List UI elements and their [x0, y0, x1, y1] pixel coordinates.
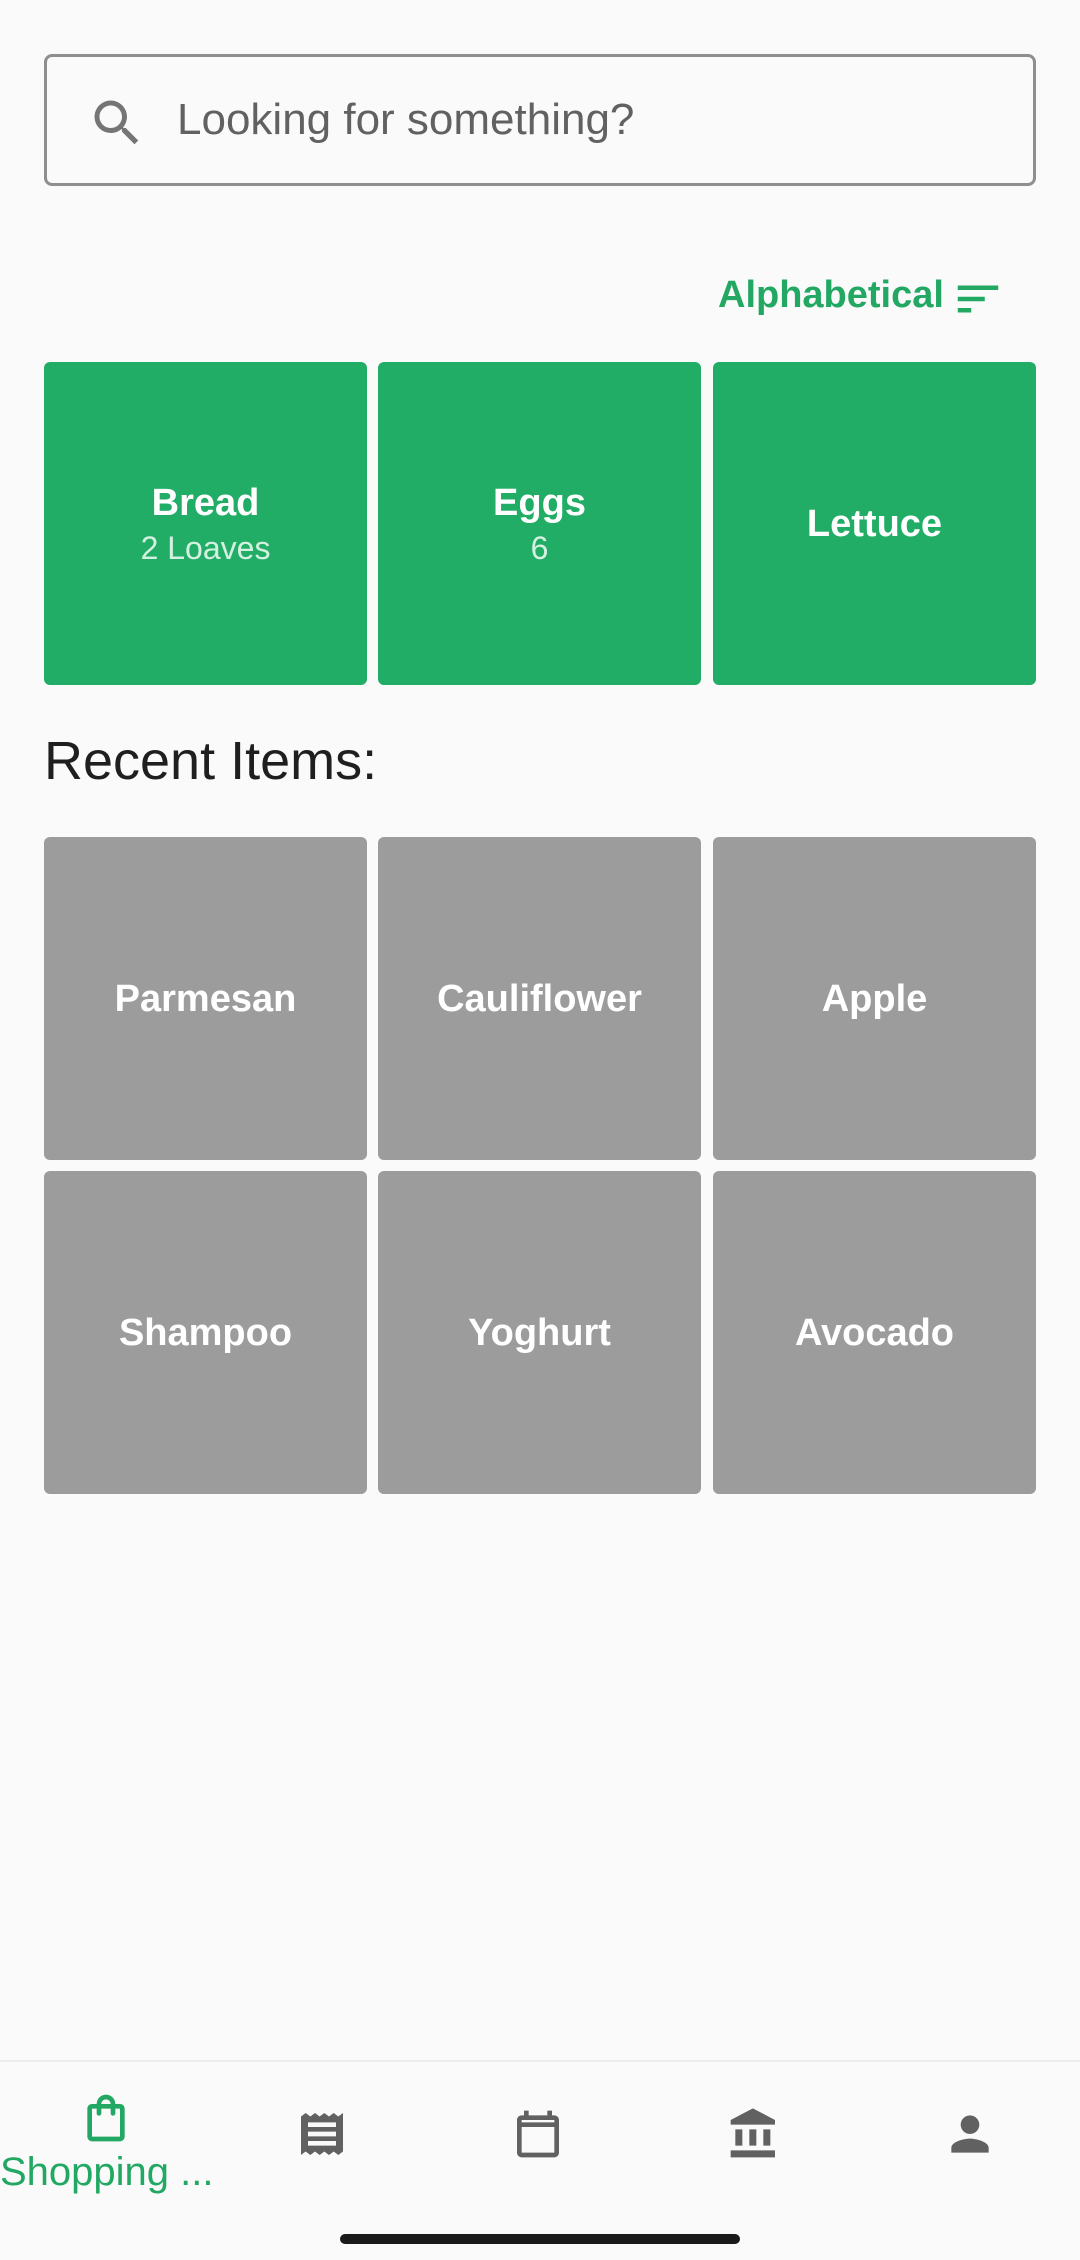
search-input[interactable] [177, 57, 997, 183]
sort-button[interactable]: Alphabetical [700, 262, 1020, 332]
bottom-navigation: Shopping ... [0, 2060, 1080, 2260]
item-name: Yoghurt [468, 1311, 611, 1354]
nav-profile[interactable] [864, 2062, 1080, 2260]
shopping-item-tile[interactable]: Eggs 6 [378, 362, 701, 685]
recent-item-tile[interactable]: Apple [713, 837, 1036, 1160]
recent-item-tile[interactable]: Parmesan [44, 837, 367, 1160]
item-name: Cauliflower [437, 977, 642, 1020]
nav-shopping-label: Shopping ... [0, 2150, 214, 2194]
receipt-icon [301, 2113, 343, 2155]
recent-item-tile[interactable]: Shampoo [44, 1171, 367, 1494]
item-name: Apple [821, 977, 928, 1020]
calendar-icon [517, 2110, 559, 2158]
item-name: Avocado [794, 1311, 955, 1354]
search-bar[interactable] [44, 54, 1036, 186]
nav-calendar[interactable] [432, 2062, 648, 2260]
item-name: Shampoo [118, 1311, 293, 1354]
recent-item-tile[interactable]: Cauliflower [378, 837, 701, 1160]
person-icon [951, 2115, 989, 2153]
item-quantity: 6 [530, 529, 549, 566]
nav-receipts[interactable] [216, 2062, 432, 2260]
recent-item-tile[interactable]: Avocado [713, 1171, 1036, 1494]
item-name: Eggs [493, 481, 586, 524]
shopping-bag-icon [87, 2094, 125, 2142]
item-name: Bread [151, 481, 260, 524]
item-name: Parmesan [114, 977, 297, 1020]
bank-icon [730, 2108, 775, 2158]
nav-bank[interactable] [648, 2062, 864, 2260]
home-indicator[interactable] [340, 2234, 740, 2244]
shopping-item-tile[interactable]: Bread 2 Loaves [44, 362, 367, 685]
search-icon [94, 100, 139, 145]
nav-shopping[interactable]: Shopping ... [0, 2062, 216, 2260]
recent-item-tile[interactable]: Yoghurt [378, 1171, 701, 1494]
item-name: Lettuce [806, 502, 943, 545]
shopping-item-tile[interactable]: Lettuce [713, 362, 1036, 685]
sort-icon [957, 285, 999, 313]
recent-items-heading: Recent Items: [44, 731, 378, 791]
sort-label: Alphabetical [718, 274, 944, 316]
item-quantity: 2 Loaves [140, 529, 271, 566]
